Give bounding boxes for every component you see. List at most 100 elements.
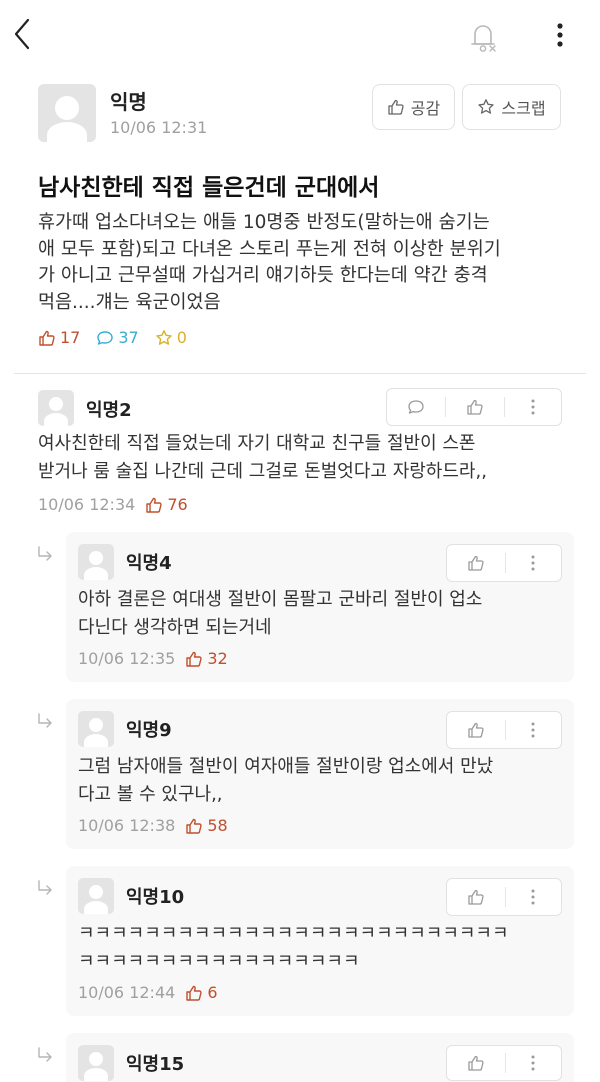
comment-line: 여사친한테 직접 들었는데 자기 대학교 친구들 절반이 스폰 <box>38 433 476 454</box>
divider <box>14 373 586 374</box>
comment-like-count: 76 <box>145 495 188 514</box>
reply-arrow-icon <box>38 880 52 895</box>
comment-line: ㅋㅋㅋㅋㅋㅋㅋㅋㅋㅋㅋㅋㅋㅋㅋㅋㅋㅋㅋㅋㅋㅋㅋㅋㅋㅋ <box>78 923 509 944</box>
avatar-head <box>89 885 103 899</box>
comment-line: 아하 결론은 여대생 절반이 몸팔고 군바리 절반이 업소 <box>78 589 483 610</box>
like-button[interactable] <box>447 1046 505 1080</box>
avatar-head <box>49 397 63 411</box>
post-title: 남사친한테 직접 들은건데 군대에서 <box>38 175 380 201</box>
thumbs-up-icon <box>186 985 202 1001</box>
comment-author: 익명4 <box>126 553 172 574</box>
comment-like-count: 58 <box>185 816 228 835</box>
comment-text: 아하 결론은 여대생 절반이 몸팔고 군바리 절반이 업소 다닌다 생각하면 되… <box>78 586 482 642</box>
avatar-head <box>55 96 79 120</box>
comment-like-value: 32 <box>207 649 228 668</box>
more-options-button[interactable] <box>505 712 561 748</box>
post-body-line: 가 아니고 근무설때 가십거리 얘기하듯 한다는데 약간 충격 <box>38 265 488 286</box>
comment-timestamp: 10/06 12:34 <box>38 495 136 514</box>
reply-button[interactable] <box>387 389 445 425</box>
speech-bubble-icon <box>97 330 114 345</box>
avatar <box>78 878 114 914</box>
more-vertical-icon <box>531 889 535 905</box>
more-options-button[interactable] <box>505 879 561 915</box>
like-button[interactable]: 공감 <box>372 84 455 130</box>
avatar-head <box>89 1052 103 1066</box>
scrap-count-value: 0 <box>176 328 187 347</box>
comment-actions <box>446 711 562 749</box>
scrap-button[interactable]: 스크랩 <box>462 84 561 130</box>
more-options-button[interactable] <box>505 545 561 581</box>
avatar <box>78 544 114 580</box>
avatar-body <box>44 413 68 426</box>
back-button[interactable] <box>8 14 40 54</box>
avatar-body <box>84 1068 108 1081</box>
comment-like-value: 58 <box>207 816 228 835</box>
avatar <box>38 84 96 142</box>
bell-off-icon <box>471 25 496 52</box>
comment-author: 익명10 <box>126 887 185 908</box>
more-vertical-icon <box>531 722 535 738</box>
comment-text: ㅋㅋㅋㅋㅋㅋㅋㅋㅋㅋㅋㅋㅋㅋㅋㅋㅋㅋㅋㅋㅋㅋㅋㅋㅋㅋ ㅋㅋㅋㅋㅋㅋㅋㅋㅋㅋㅋㅋㅋ… <box>78 920 509 976</box>
post-body-line: 휴가때 업소다녀오는 애들 10명중 반정도(말하는애 숨기는 <box>38 212 490 233</box>
more-vertical-icon <box>531 555 535 571</box>
like-button[interactable] <box>447 879 505 915</box>
comment-timestamp: 10/06 12:44 <box>78 983 176 1002</box>
comment-author: 익명15 <box>126 1054 185 1075</box>
more-vertical-icon <box>531 399 535 415</box>
like-button[interactable] <box>446 389 504 425</box>
like-button[interactable] <box>447 712 505 748</box>
reply-arrow-icon <box>38 713 52 728</box>
comment-line: 그럼 남자애들 절반이 여자애들 절반이랑 업소에서 만났 <box>78 756 494 777</box>
comment-actions <box>446 544 562 582</box>
thumbs-up-icon <box>468 1055 484 1071</box>
comment-count-value: 37 <box>118 328 139 347</box>
like-button[interactable] <box>447 545 505 581</box>
comment-like-value: 6 <box>207 983 218 1002</box>
avatar <box>78 711 114 747</box>
like-count-value: 17 <box>60 328 81 347</box>
thumbs-up-icon <box>186 818 202 834</box>
reply-comment: 익명4 아하 결론은 여대생 절반이 몸팔고 군바리 절반이 업소 다닌다 생각… <box>66 532 574 682</box>
comment-timestamp: 10/06 12:38 <box>78 816 176 835</box>
notification-toggle-button[interactable] <box>466 20 500 56</box>
thumbs-up-icon <box>468 722 484 738</box>
reply-arrow-icon <box>38 546 52 561</box>
more-options-button[interactable] <box>548 18 572 54</box>
avatar-head <box>89 718 103 732</box>
avatar-body <box>84 734 108 747</box>
comment-like-count: 32 <box>185 649 228 668</box>
reply-comment: 익명15 <box>66 1033 574 1082</box>
more-vertical-icon <box>531 1055 535 1071</box>
comment-like-value: 76 <box>167 495 188 514</box>
thumbs-up-icon <box>468 555 484 571</box>
scrap-count: 0 <box>155 328 187 347</box>
reply-comment: 익명9 그럼 남자애들 절반이 여자애들 절반이랑 업소에서 만났 다고 볼 수… <box>66 699 574 849</box>
post-stats: 17 37 0 <box>38 328 187 347</box>
thumbs-up-icon <box>388 99 404 115</box>
thumbs-up-icon <box>186 651 202 667</box>
post-body-line: 애 모두 포함)되고 다녀온 스토리 푸는게 전혀 이상한 분위기 <box>38 238 501 260</box>
avatar-body <box>84 901 108 914</box>
avatar-head <box>89 551 103 565</box>
comment-actions <box>386 388 562 426</box>
comment-actions <box>446 878 562 916</box>
comment-line: 다고 볼 수 있구나,, <box>78 784 223 805</box>
more-options-button[interactable] <box>505 389 561 425</box>
star-icon <box>478 99 495 114</box>
avatar-body <box>47 122 87 142</box>
more-vertical-icon <box>557 23 563 47</box>
comment: 익명2 여사친한테 직접 들었는데 자기 대학교 친구들 절반이 스폰 받거나 … <box>0 386 600 526</box>
more-options-button[interactable] <box>505 1046 561 1080</box>
comment-line: 받거나 룸 술집 나간데 근데 그걸로 돈벌엇다고 자랑하드라,, <box>38 461 487 482</box>
avatar <box>78 1045 114 1081</box>
comment-author: 익명9 <box>126 720 172 741</box>
comment-text: 그럼 남자애들 절반이 여자애들 절반이랑 업소에서 만났 다고 볼 수 있구나… <box>78 753 493 809</box>
comment-meta: 10/06 12:34 76 <box>38 495 188 514</box>
comment-timestamp: 10/06 12:35 <box>78 649 176 668</box>
thumbs-up-icon <box>468 889 484 905</box>
thumbs-up-icon <box>467 399 483 415</box>
comment-actions <box>446 1045 562 1081</box>
comment-author: 익명2 <box>86 400 132 421</box>
thumbs-up-icon <box>39 330 55 346</box>
top-bar <box>0 0 600 72</box>
